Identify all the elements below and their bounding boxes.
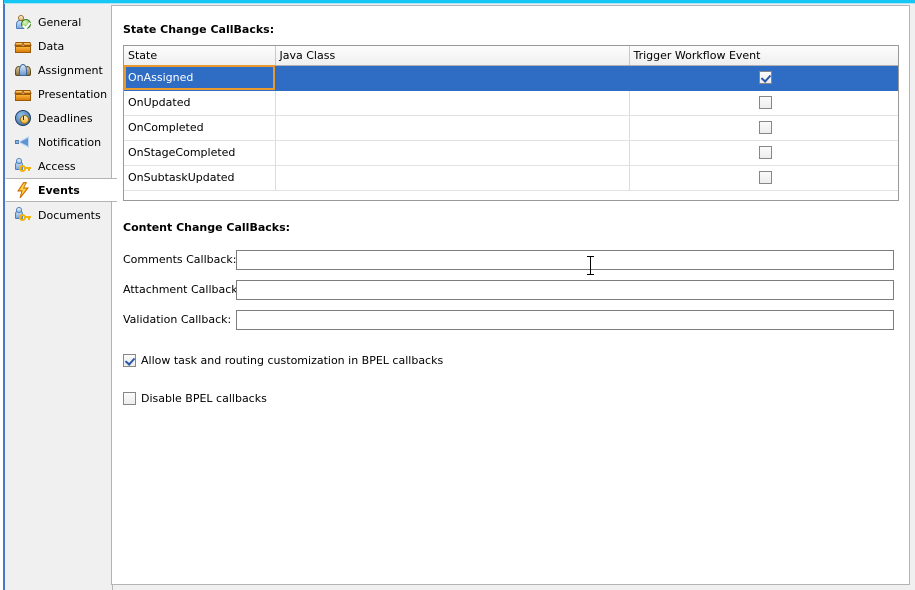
sidebar-item-label: Events <box>38 183 80 197</box>
cell-state[interactable]: OnUpdated <box>124 90 276 116</box>
attachment-callback-label: Attachment Callback: <box>123 283 242 296</box>
state-change-callbacks-title: State Change CallBacks: <box>123 23 275 36</box>
cell-java-class[interactable] <box>275 65 630 91</box>
allow-customization-option-row[interactable]: Allow task and routing customization in … <box>123 354 443 367</box>
sidebar-item-presentation[interactable]: Presentation <box>5 82 113 106</box>
sidebar-item-documents[interactable]: Documents <box>5 203 113 227</box>
column-header-trigger-workflow-event[interactable]: Trigger Workflow Event <box>629 46 898 66</box>
window-top-accent-bar-soft <box>4 3 915 4</box>
cell-state[interactable]: OnStageCompleted <box>124 140 276 166</box>
comments-callback-input[interactable] <box>236 250 894 270</box>
validation-callback-row: Validation Callback: <box>123 310 898 330</box>
sidebar-item-deadlines[interactable]: Deadlines <box>5 106 113 130</box>
sidebar-group-bottom-frame <box>13 203 113 590</box>
sidebar-item-data[interactable]: Data <box>5 34 113 58</box>
table-row[interactable]: OnStageCompleted <box>124 140 898 166</box>
cell-java-class[interactable] <box>275 165 630 191</box>
column-header-java-class[interactable]: Java Class <box>275 46 630 66</box>
megaphone-icon <box>15 134 31 150</box>
person-key-icon <box>15 207 31 223</box>
person-check-icon <box>15 14 31 30</box>
cell-trigger-workflow-event[interactable] <box>629 90 898 116</box>
table-row[interactable]: OnCompleted <box>124 115 898 141</box>
group-icon <box>15 62 31 78</box>
allow-customization-label: Allow task and routing customization in … <box>141 354 444 367</box>
sidebar-item-general[interactable]: General <box>5 10 113 34</box>
disable-bpel-callbacks-option-row[interactable]: Disable BPEL callbacks <box>123 392 267 405</box>
cell-trigger-workflow-event[interactable] <box>629 140 898 166</box>
box-icon <box>14 38 32 54</box>
cell-state[interactable]: OnCompleted <box>124 115 276 141</box>
box-icon <box>14 86 32 102</box>
attachment-callback-row: Attachment Callback: <box>123 280 898 300</box>
sidebar-item-label: Data <box>38 39 65 53</box>
trigger-workflow-event-checkbox[interactable] <box>759 96 772 110</box>
content-change-callbacks-title: Content Change CallBacks: <box>123 221 291 234</box>
cell-java-class[interactable] <box>275 115 630 141</box>
state-change-callbacks-table[interactable]: State Java Class Trigger Workflow Event … <box>123 45 899 201</box>
table-row[interactable]: OnAssigned <box>124 65 898 91</box>
validation-callback-label: Validation Callback: <box>123 313 232 326</box>
cell-java-class[interactable] <box>275 140 630 166</box>
allow-customization-checkbox[interactable] <box>123 354 136 367</box>
application-window: General Data Assignment Presentation Dea… <box>0 0 915 590</box>
sidebar-item-assignment[interactable]: Assignment <box>5 58 113 82</box>
trigger-workflow-event-checkbox[interactable] <box>759 71 772 85</box>
disable-bpel-callbacks-checkbox[interactable] <box>123 392 136 405</box>
cell-trigger-workflow-event[interactable] <box>629 165 898 191</box>
table-row[interactable]: OnSubtaskUpdated <box>124 165 898 191</box>
sidebar-item-label: Documents <box>38 208 101 222</box>
comments-callback-label: Comments Callback: <box>123 253 237 266</box>
clock-icon <box>15 110 31 126</box>
cell-java-class[interactable] <box>275 90 630 116</box>
disable-bpel-callbacks-label: Disable BPEL callbacks <box>141 392 267 405</box>
sidebar-item-label: Presentation <box>38 87 108 101</box>
sidebar-item-access[interactable]: Access <box>5 154 113 178</box>
events-settings-panel: State Change CallBacks: State Java Class… <box>111 5 910 585</box>
table-row[interactable]: OnUpdated <box>124 90 898 116</box>
sidebar-item-label: Assignment <box>38 63 103 77</box>
trigger-workflow-event-checkbox[interactable] <box>759 121 772 135</box>
column-header-state[interactable]: State <box>124 46 276 66</box>
callbacks-table-element: State Java Class Trigger Workflow Event … <box>124 46 898 191</box>
sidebar-tab-strip: General Data Assignment Presentation Dea… <box>5 5 117 590</box>
attachment-callback-input[interactable] <box>236 280 894 300</box>
lightning-bolt-icon <box>15 182 31 198</box>
comments-callback-row: Comments Callback: <box>123 250 898 270</box>
sidebar-item-label: Access <box>38 159 76 173</box>
sidebar-item-label: Notification <box>38 135 102 149</box>
person-key-icon <box>15 158 31 174</box>
cell-state[interactable]: OnSubtaskUpdated <box>124 165 276 191</box>
sidebar-item-label: Deadlines <box>38 111 93 125</box>
sidebar-item-label: General <box>38 15 82 29</box>
validation-callback-input[interactable] <box>236 310 894 330</box>
trigger-workflow-event-checkbox[interactable] <box>759 171 772 185</box>
cell-trigger-workflow-event[interactable] <box>629 115 898 141</box>
cell-state[interactable]: OnAssigned <box>124 65 276 91</box>
cell-trigger-workflow-event[interactable] <box>629 65 898 91</box>
sidebar-item-events[interactable]: Events <box>5 178 117 202</box>
sidebar-item-notification[interactable]: Notification <box>5 130 113 154</box>
table-header-row: State Java Class Trigger Workflow Event <box>124 46 898 66</box>
trigger-workflow-event-checkbox[interactable] <box>759 146 772 160</box>
